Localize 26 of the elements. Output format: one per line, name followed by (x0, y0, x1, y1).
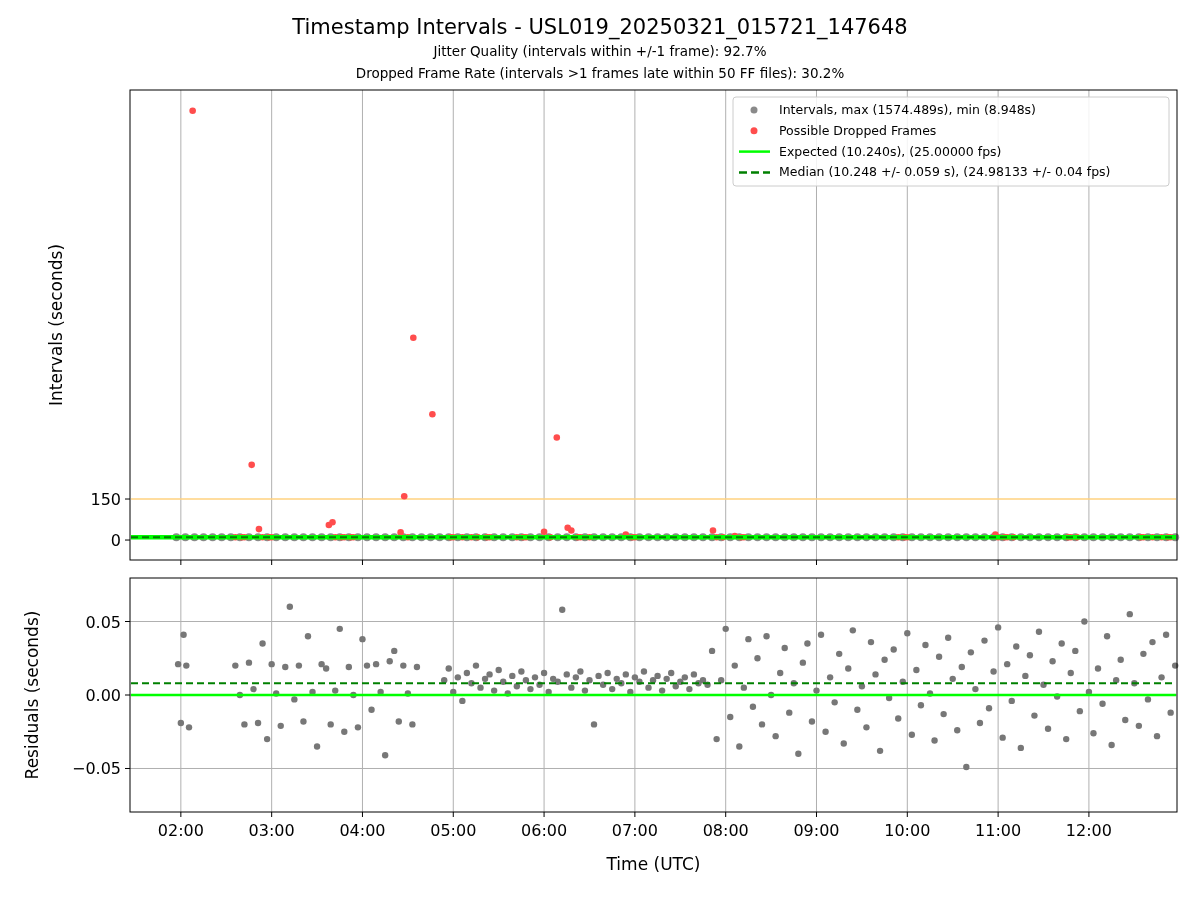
axis-title: Time (UTC) (606, 854, 701, 874)
legend-label: Intervals, max (1574.489s), min (8.948s) (779, 102, 1036, 117)
axis-tick-label: 04:00 (339, 821, 386, 840)
axis-tick-label: 10:00 (884, 821, 931, 840)
axis-tick-label: 07:00 (611, 821, 658, 840)
chart-subtitle: Jitter Quality (intervals within +/-1 frame): 92.7% (433, 42, 767, 61)
legend-label: Possible Dropped Frames (779, 122, 937, 138)
axis-title: Intervals (seconds) (46, 243, 66, 407)
axis-tick-label: 0 (110, 531, 121, 551)
chart-subtitle: Dropped Frame Rate (intervals >1 frames late within 50 FF files): 30.2% (355, 64, 845, 83)
axis-tick-label: 03:00 (248, 821, 295, 840)
axis-tick-label: 05:00 (430, 821, 477, 840)
axis-tick-label: −0.05 (71, 759, 121, 779)
axis-tick-label: 11:00 (975, 821, 1022, 840)
legend-label: Expected (10.240s), (25.00000 fps) (779, 143, 1002, 159)
chart-title: Timestamp Intervals - USL019_20250321_015721_147648 (292, 14, 908, 40)
axis-title: Residuals (seconds) (22, 610, 42, 780)
axis-tick-label: 0.05 (85, 612, 121, 632)
axis-tick-label: 08:00 (702, 821, 749, 840)
axis-tick-label: 12:00 (1065, 821, 1112, 840)
axis-tick-label: 06:00 (521, 821, 568, 840)
axis-tick-label: 0.00 (85, 686, 121, 705)
axis-tick-label: 150 (90, 490, 121, 510)
axis-tick-label: 09:00 (793, 821, 840, 840)
axis-tick-label: 02:00 (157, 821, 204, 840)
legend-label: Median (10.248 +/- 0.059 s), (24.98133 +/- 0.04 fps) (779, 164, 1111, 180)
